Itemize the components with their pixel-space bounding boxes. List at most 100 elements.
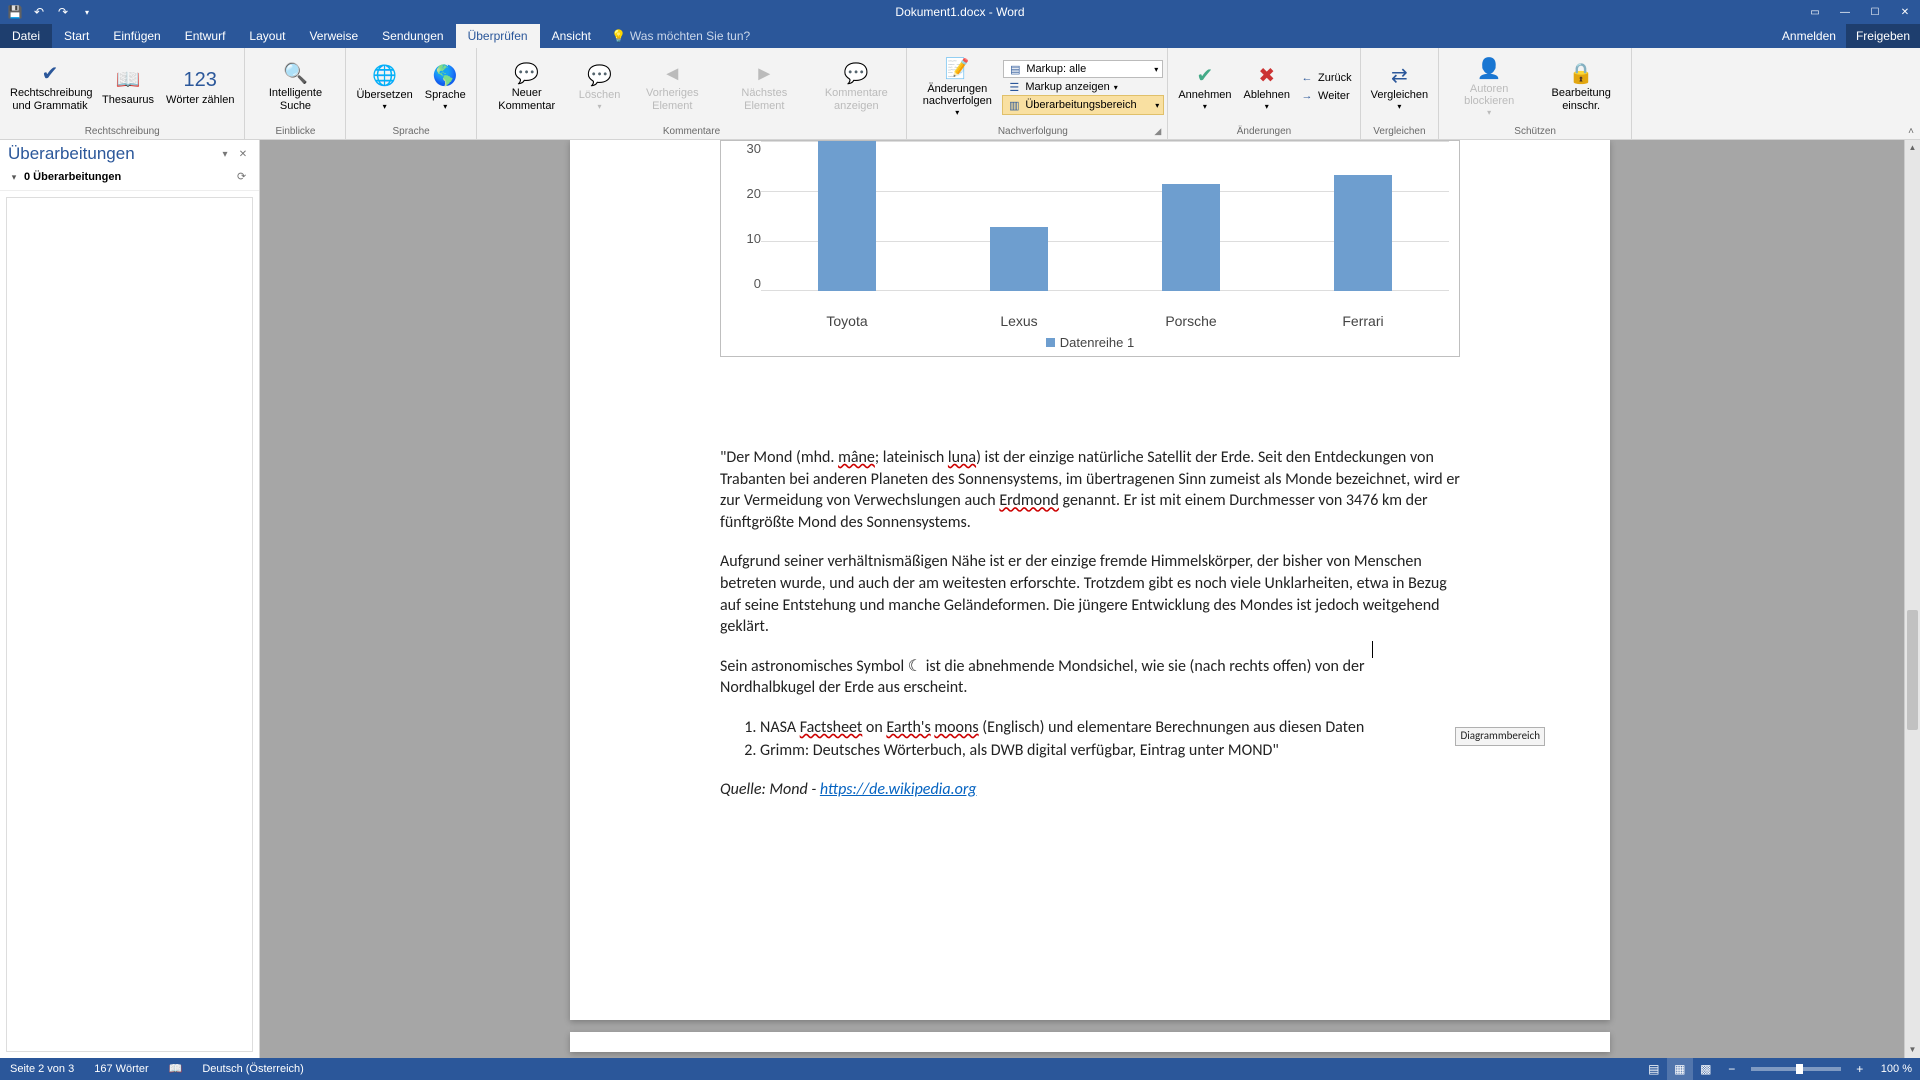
arrow-prev-icon: ◄ xyxy=(662,61,682,87)
zoom-thumb[interactable] xyxy=(1796,1064,1803,1074)
group-proofing: ✔Rechtschreibung und Grammatik 📖Thesauru… xyxy=(0,48,245,139)
scroll-thumb[interactable] xyxy=(1907,610,1918,730)
tab-layout[interactable]: Layout xyxy=(237,24,297,48)
status-proofing-icon[interactable]: 📖 xyxy=(159,1058,193,1080)
collapse-ribbon-icon[interactable]: ˄ xyxy=(1908,126,1914,137)
tab-ueberpruefen[interactable]: Überprüfen xyxy=(456,24,540,48)
group-language: 🌐Übersetzen▾ 🌎Sprache▾ Sprache xyxy=(346,48,476,139)
list-item[interactable]: NASA Factsheet on Earth's moons (Englisc… xyxy=(760,717,1460,739)
chevron-down-icon[interactable]: ▾ xyxy=(8,171,20,183)
restrict-editing-button[interactable]: 🔒Bearbeitung einschr. xyxy=(1535,50,1627,124)
refresh-icon[interactable]: ⟳ xyxy=(237,170,251,184)
zoom-value[interactable]: 100 % xyxy=(1873,1063,1920,1075)
tab-file[interactable]: Datei xyxy=(0,24,52,48)
minimize-icon[interactable]: — xyxy=(1830,0,1860,24)
quick-access-toolbar: 💾 ↶ ↷ ▾ xyxy=(0,2,98,22)
list-icon: ☰ xyxy=(1007,80,1021,94)
qat-customize-icon[interactable]: ▾ xyxy=(76,2,98,22)
ribbon-display-options-icon[interactable]: ▭ xyxy=(1800,0,1830,24)
chevron-down-icon: ▾ xyxy=(1154,65,1158,74)
undo-icon[interactable]: ↶ xyxy=(28,2,50,22)
tab-sendungen[interactable]: Sendungen xyxy=(370,24,455,48)
paragraph[interactable]: "Der Mond (mhd. mâne; lateinisch luna) i… xyxy=(720,447,1460,533)
show-markup-button[interactable]: ☰Markup anzeigen▾ xyxy=(1003,78,1163,96)
numbered-list[interactable]: NASA Factsheet on Earth's moons (Englisc… xyxy=(720,717,1460,761)
prev-comment-button[interactable]: ◄Vorheriges Element xyxy=(626,50,718,124)
lightbulb-icon: 💡 xyxy=(611,29,626,43)
tab-start[interactable]: Start xyxy=(52,24,101,48)
spellcheck-squiggle[interactable]: luna xyxy=(948,448,976,467)
group-label: Rechtschreibung xyxy=(4,124,240,139)
reviewing-pane-button[interactable]: ▥Überarbeitungsbereich▾ xyxy=(1003,96,1163,114)
accept-button[interactable]: ✔Annehmen▾ xyxy=(1172,50,1237,124)
x-tick: Porsche xyxy=(1105,311,1277,329)
paragraph[interactable]: Aufgrund seiner verhältnismäßigen Nähe i… xyxy=(720,551,1460,637)
reject-button[interactable]: ✖Ablehnen▾ xyxy=(1238,50,1297,124)
chart-object[interactable]: 30 20 10 0 ToyotaLexusPorscheFerrari Dat… xyxy=(720,140,1460,357)
signin-button[interactable]: Anmelden xyxy=(1772,24,1846,48)
chart-x-axis: ToyotaLexusPorscheFerrari xyxy=(761,311,1449,329)
chevron-down-icon: ▾ xyxy=(1155,101,1159,110)
next-comment-button[interactable]: ►Nächstes Element xyxy=(718,50,810,124)
pane-options-icon[interactable]: ▾ xyxy=(217,146,233,162)
back-button[interactable]: ←Zurück xyxy=(1296,69,1356,87)
tab-ansicht[interactable]: Ansicht xyxy=(540,24,603,48)
spellcheck-squiggle[interactable]: Erdmond xyxy=(999,491,1059,510)
zoom-out-icon[interactable]: − xyxy=(1719,1058,1745,1080)
save-icon[interactable]: 💾 xyxy=(4,2,26,22)
spellcheck-squiggle[interactable]: mâne xyxy=(838,448,875,467)
status-language[interactable]: Deutsch (Österreich) xyxy=(192,1058,313,1080)
dialog-launcher-icon[interactable]: ◢ xyxy=(1154,126,1163,139)
translate-icon: 🌐 xyxy=(372,63,397,89)
web-layout-icon[interactable]: ▩ xyxy=(1693,1058,1719,1080)
new-comment-button[interactable]: 💬Neuer Kommentar xyxy=(481,50,573,124)
paragraph[interactable]: Sein astronomisches Symbol ☾ ist die abn… xyxy=(720,656,1460,699)
next-button[interactable]: →Weiter xyxy=(1296,87,1356,105)
status-words[interactable]: 167 Wörter xyxy=(84,1058,158,1080)
maximize-icon[interactable]: ☐ xyxy=(1860,0,1890,24)
read-mode-icon[interactable]: ▤ xyxy=(1641,1058,1667,1080)
redo-icon[interactable]: ↷ xyxy=(52,2,74,22)
print-layout-icon[interactable]: ▦ xyxy=(1667,1058,1693,1080)
tab-verweise[interactable]: Verweise xyxy=(297,24,370,48)
close-icon[interactable]: ✕ xyxy=(1890,0,1920,24)
tab-einfuegen[interactable]: Einfügen xyxy=(101,24,172,48)
list-item[interactable]: Grimm: Deutsches Wörterbuch, als DWB dig… xyxy=(760,740,1460,762)
compare-button[interactable]: ⇄Vergleichen▾ xyxy=(1365,50,1435,124)
show-comments-button[interactable]: 💬Kommentare anzeigen xyxy=(810,50,902,124)
track-changes-button[interactable]: 📝Änderungen nachverfolgen▾ xyxy=(911,50,1003,124)
pane-close-icon[interactable]: ✕ xyxy=(235,146,251,162)
page-icon: ▤ xyxy=(1008,62,1022,76)
source-line[interactable]: Quelle: Mond - https://de.wikipedia.org xyxy=(720,779,1460,801)
tell-me-search[interactable]: 💡 Was möchten Sie tun? xyxy=(611,24,750,48)
wordcount-button[interactable]: 123Wörter zählen xyxy=(160,50,240,124)
markup-display-select[interactable]: ▤Markup: alle▾ xyxy=(1003,60,1163,78)
scroll-up-icon[interactable]: ▲ xyxy=(1905,140,1920,156)
document-page[interactable]: 30 20 10 0 ToyotaLexusPorscheFerrari Dat… xyxy=(570,140,1610,1020)
document-area[interactable]: 30 20 10 0 ToyotaLexusPorscheFerrari Dat… xyxy=(260,140,1920,1058)
block-authors-button[interactable]: 👤Autoren blockieren▾ xyxy=(1443,50,1535,124)
chart-bar xyxy=(943,227,1094,291)
track-icon: 📝 xyxy=(945,57,970,83)
scroll-down-icon[interactable]: ▼ xyxy=(1905,1042,1920,1058)
language-button[interactable]: 🌎Sprache▾ xyxy=(419,50,472,124)
tab-entwurf[interactable]: Entwurf xyxy=(173,24,238,48)
thesaurus-button[interactable]: 📖Thesaurus xyxy=(96,50,160,124)
revisions-list[interactable] xyxy=(6,197,253,1052)
wikipedia-link[interactable]: https://de.wikipedia.org xyxy=(820,780,977,799)
y-tick: 0 xyxy=(754,276,761,291)
share-button[interactable]: Freigeben xyxy=(1846,24,1920,48)
window-title: Dokument1.docx - Word xyxy=(895,5,1024,19)
delete-comment-button[interactable]: 💬Löschen▾ xyxy=(573,50,627,124)
document-body[interactable]: "Der Mond (mhd. mâne; lateinisch luna) i… xyxy=(720,447,1460,801)
translate-button[interactable]: 🌐Übersetzen▾ xyxy=(350,50,418,124)
status-page[interactable]: Seite 2 von 3 xyxy=(0,1058,84,1080)
vertical-scrollbar[interactable]: ▲ ▼ xyxy=(1904,140,1920,1058)
zoom-slider[interactable] xyxy=(1751,1067,1841,1071)
chart-bar xyxy=(1287,175,1438,291)
group-insights: 🔍Intelligente Suche Einblicke xyxy=(245,48,346,139)
smartlookup-button[interactable]: 🔍Intelligente Suche xyxy=(249,50,341,124)
y-tick: 20 xyxy=(747,186,761,201)
spelling-button[interactable]: ✔Rechtschreibung und Grammatik xyxy=(4,50,96,124)
zoom-in-icon[interactable]: + xyxy=(1847,1058,1873,1080)
